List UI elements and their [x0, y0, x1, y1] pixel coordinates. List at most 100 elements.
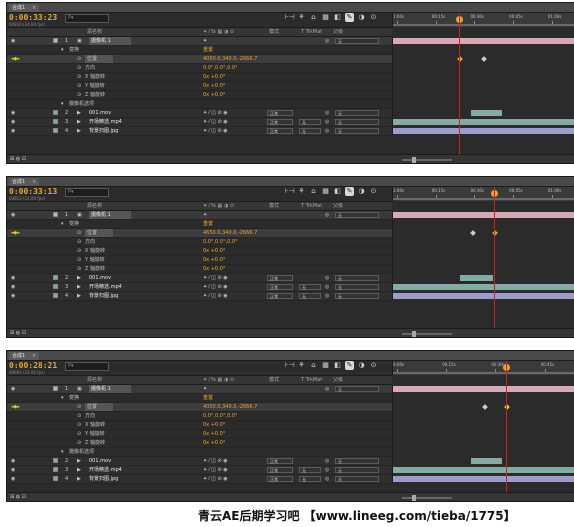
- parent-dropdown[interactable]: 无: [335, 110, 379, 116]
- label-color-swatch[interactable]: [53, 275, 58, 280]
- layer-name[interactable]: 背景扫图.jpg: [89, 475, 118, 483]
- property-row[interactable]: ⊙ X 轴旋转 0x +0.0°: [7, 421, 392, 430]
- layer-row[interactable]: ◉ 3 ▶ 开场精选.mp4 ✦ ⁄ ◫ ⊘ ◉ 正常无 ◎ 无: [7, 118, 392, 127]
- parent-pickwhip-icon[interactable]: ◎: [325, 292, 329, 300]
- timeline-track[interactable]: [392, 430, 574, 438]
- time-ruler[interactable]: 1:00s 00:15s 00:30s 00:45s 01:00s: [392, 187, 574, 201]
- close-icon[interactable]: ×: [32, 178, 36, 186]
- trkmat-dropdown[interactable]: 无: [299, 284, 321, 290]
- graph-editor-icon[interactable]: ◑: [357, 13, 366, 22]
- label-color-swatch[interactable]: [53, 386, 58, 391]
- layer-row[interactable]: ◉ 3 ▶ 开场精选.mp4 ✦ ⁄ ◫ ⊘ ◉ 正常无 ◎ 无: [7, 283, 392, 292]
- column-trkmat[interactable]: T TrkMat: [301, 28, 322, 36]
- property-row[interactable]: ⊙ Y 轴旋转 0x +0.0°: [7, 430, 392, 439]
- label-color-swatch[interactable]: [53, 293, 58, 298]
- timeline-track[interactable]: [392, 457, 574, 465]
- visibility-eye-icon[interactable]: ◉: [11, 274, 15, 282]
- timeline-track[interactable]: [392, 247, 574, 255]
- trkmat-dropdown[interactable]: 无: [299, 467, 321, 473]
- layer-row[interactable]: ◉ 2 ▶ 001.mov ✦ ⁄ ◫ ⊘ ◉ 正常 ◎ 无: [7, 457, 392, 466]
- motion-blur-icon[interactable]: ◧: [333, 361, 342, 370]
- work-area-bar[interactable]: [393, 24, 574, 26]
- timeline-track[interactable]: [392, 73, 574, 81]
- parent-pickwhip-icon[interactable]: ◎: [325, 457, 329, 465]
- toggle-switches-icon[interactable]: ⊞ ◍ ⊡: [10, 329, 26, 337]
- parent-pickwhip-icon[interactable]: ◎: [325, 475, 329, 483]
- expand-triangle-icon[interactable]: ▾: [61, 220, 64, 228]
- trkmat-dropdown[interactable]: 无: [299, 128, 321, 134]
- timeline-track[interactable]: [392, 439, 574, 447]
- column-parent[interactable]: 父级: [333, 376, 343, 384]
- property-row[interactable]: ⊙ X 轴旋转 0x +0.0°: [7, 247, 392, 256]
- property-row[interactable]: ◂◆▸ ⊙ 位置 4650.0,340.0,-2666.7: [7, 229, 392, 238]
- parent-dropdown[interactable]: 无: [335, 386, 379, 392]
- timeline-track[interactable]: [392, 118, 574, 126]
- blend-mode-dropdown[interactable]: 正常: [267, 293, 293, 299]
- switch-icon[interactable]: ⌂: [309, 187, 318, 196]
- search-input[interactable]: P▾: [65, 188, 109, 197]
- zoom-slider[interactable]: [402, 331, 452, 337]
- blend-mode-dropdown[interactable]: 正常: [267, 128, 293, 134]
- layer-name[interactable]: 001.mov: [89, 109, 111, 117]
- layer-switches[interactable]: ✦ ⁄ ◫ ⊘ ◉: [203, 475, 228, 483]
- layer-name[interactable]: 摄像机 1: [89, 37, 131, 45]
- layer-duration-bar[interactable]: [393, 386, 574, 392]
- layer-row[interactable]: ◉ 4 ▶ 背景扫图.jpg ✦ ⁄ ◫ ⊘ ◉ 正常无 ◎ 无: [7, 292, 392, 301]
- property-row[interactable]: ⊙ Z 轴旋转 0x +0.0°: [7, 91, 392, 100]
- layer-row[interactable]: ◉ 1 ▣ 摄像机 1 ✦ ◎ 无: [7, 37, 392, 46]
- composition-tab[interactable]: 合成1 ×: [9, 4, 40, 12]
- property-row[interactable]: ⊙ 方向 0.0°,0.0°,0.0°: [7, 238, 392, 247]
- timeline-track[interactable]: [392, 64, 574, 72]
- property-group-row[interactable]: ▾ 摄像机选项: [7, 448, 392, 457]
- layer-switches[interactable]: ✦ ⁄ ◫ ⊘ ◉: [203, 466, 228, 474]
- motion-blur-icon[interactable]: ◧: [333, 187, 342, 196]
- layer-duration-bar[interactable]: [393, 284, 574, 290]
- visibility-eye-icon[interactable]: ◉: [11, 118, 15, 126]
- layer-duration-bar[interactable]: [471, 110, 503, 116]
- property-group-row[interactable]: ▾ 摄像机选项: [7, 100, 392, 109]
- property-value[interactable]: 4650.0,340.0,-2666.7: [203, 229, 257, 237]
- column-source-name[interactable]: 源名称: [87, 376, 102, 384]
- current-time-display[interactable]: 0:00:33:13: [9, 187, 57, 196]
- layer-switches[interactable]: ✦ ⁄ ◫ ⊘ ◉: [203, 127, 228, 135]
- layer-duration-bar[interactable]: [393, 476, 574, 482]
- label-color-swatch[interactable]: [53, 458, 58, 463]
- stopwatch-icon[interactable]: ⊙: [77, 82, 81, 90]
- layer-name[interactable]: 001.mov: [89, 274, 111, 282]
- layer-switches[interactable]: ✦ ⁄ ◫ ⊘ ◉: [203, 109, 228, 117]
- visibility-eye-icon[interactable]: ◉: [11, 466, 15, 474]
- visibility-eye-icon[interactable]: ◉: [11, 292, 15, 300]
- property-row[interactable]: ◂◆▸ ⊙ 位置 4050.0,340.0,-2666.7: [7, 55, 392, 64]
- blend-mode-dropdown[interactable]: 正常: [267, 458, 293, 464]
- layer-name[interactable]: 摄像机 1: [89, 385, 131, 393]
- layer-switches[interactable]: ✦ ⁄ ◫ ⊘ ◉: [203, 274, 228, 282]
- trim-icon[interactable]: ⊦⊣: [285, 13, 295, 22]
- layer-row[interactable]: ◉ 4 ▶ 背景扫图.jpg ✦ ⁄ ◫ ⊘ ◉ 正常无 ◎ 无: [7, 475, 392, 484]
- layer-duration-bar[interactable]: [471, 458, 503, 464]
- shy-icon[interactable]: ⚘: [297, 13, 306, 22]
- layer-duration-bar[interactable]: [393, 128, 574, 134]
- layer-duration-bar[interactable]: [393, 119, 574, 125]
- visibility-eye-icon[interactable]: ◉: [11, 283, 15, 291]
- parent-dropdown[interactable]: 无: [335, 128, 379, 134]
- column-source-name[interactable]: 源名称: [87, 28, 102, 36]
- zoom-slider[interactable]: [402, 157, 452, 163]
- parent-pickwhip-icon[interactable]: ◎: [325, 118, 329, 126]
- parent-pickwhip-icon[interactable]: ◎: [325, 274, 329, 282]
- timeline-track[interactable]: [392, 46, 574, 54]
- parent-pickwhip-icon[interactable]: ◎: [325, 127, 329, 135]
- toggle-switches-icon[interactable]: ⊞ ◍ ⊡: [10, 493, 26, 501]
- timeline-track[interactable]: [392, 37, 574, 45]
- layer-row[interactable]: ◉ 2 ▶ 001.mov ✦ ⁄ ◫ ⊘ ◉ 正常 ◎ 无: [7, 274, 392, 283]
- timeline-track[interactable]: [392, 292, 574, 300]
- frame-blend-icon[interactable]: ▦: [321, 187, 330, 196]
- zoom-slider-handle[interactable]: [412, 495, 416, 501]
- stopwatch-icon[interactable]: ⊙: [77, 238, 81, 246]
- column-parent[interactable]: 父级: [333, 202, 343, 210]
- layer-duration-bar[interactable]: [460, 275, 494, 281]
- layer-row[interactable]: ◉ 2 ▶ 001.mov ✦ ⁄ ◫ ⊘ ◉ 正常 ◎ 无: [7, 109, 392, 118]
- layer-switches[interactable]: ✦ ⁄ ◫ ⊘ ◉: [203, 283, 228, 291]
- timeline-track[interactable]: [392, 211, 574, 219]
- brainstorm-icon[interactable]: ✎: [345, 187, 354, 196]
- layer-name[interactable]: 背景扫图.jpg: [89, 292, 118, 300]
